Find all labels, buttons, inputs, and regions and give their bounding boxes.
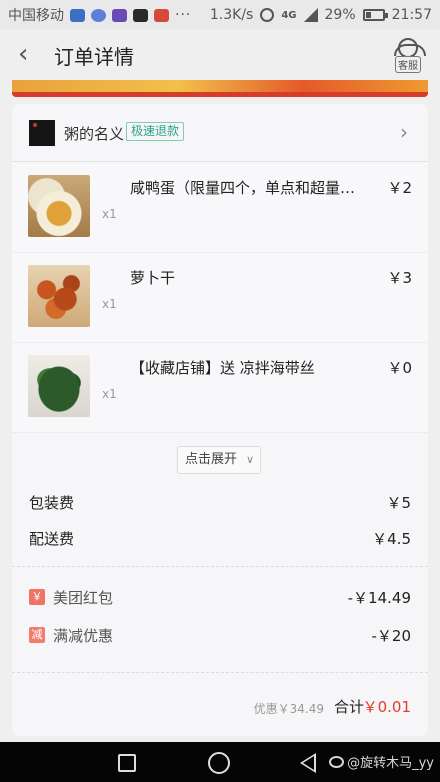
header: ‹ 订单详情 客服 [0,30,440,80]
item-price: ￥0 [387,359,412,377]
promo-banner[interactable] [12,80,428,97]
item-image-radish [28,265,90,327]
banner-band [12,92,428,97]
total-row: 优惠￥34.49 合计 ￥0.01 [12,690,428,730]
item-price: ￥2 [387,179,412,197]
expand-button[interactable]: 点击展开 ∨ [177,446,261,474]
recent-apps-button[interactable] [118,754,136,772]
back-button[interactable] [300,753,316,773]
store-logo [29,120,55,146]
page-title: 订单详情 [54,45,134,69]
promo-value: -￥20 [371,627,412,645]
headset-icon [394,38,426,58]
discount-icon: 减 [29,627,45,643]
watermark-text: @旋转木马_yy [347,756,434,771]
app-icon-shield [91,8,106,22]
customer-service-label: 客服 [395,56,421,73]
clock-time: 21:57 [391,7,432,23]
item-name: 萝卜干 [130,269,176,287]
item-price: ￥3 [387,269,412,287]
promo-label: 美团红包 [53,589,114,607]
expand-label: 点击展开 [185,452,238,467]
delivery-fee-row: 配送费 ￥4.5 [12,520,428,556]
item-name: 咸鸭蛋（限量四个，单点和超量不送） [130,179,360,197]
list-item[interactable]: x1 萝卜干 ￥3 [12,253,428,343]
divider [12,566,428,567]
item-qty: x1 [102,297,117,311]
store-name: 粥的名义 [64,125,125,143]
app-icon-video [133,8,148,22]
app-icon-blue [70,8,85,22]
promo-value: -￥14.49 [347,589,411,607]
item-qty: x1 [102,387,117,401]
status-bar: 中国移动 ··· 1.3K/s 4G 29% 21:57 [0,0,440,30]
app-icon-purple [112,8,127,22]
item-image-salted-egg [28,175,90,237]
net-speed: 1.3K/s [209,7,254,23]
red-packet-row: ￥ 美团红包 -￥14.49 [12,582,428,618]
store-row[interactable]: 粥的名义 极速退款 › [12,104,428,162]
list-item[interactable]: x1 咸鸭蛋（限量四个，单点和超量不送） ￥2 [12,163,428,253]
total-label: 合计 [333,698,364,716]
list-item[interactable]: x1 【收藏店铺】送 凉拌海带丝 ￥0 [12,343,428,433]
fee-label: 配送费 [29,530,75,548]
app-icon-mail [154,8,169,22]
chevron-right-icon: › [400,120,408,144]
customer-service-button[interactable]: 客服 [390,38,426,76]
back-arrow-icon[interactable]: ‹ [18,41,42,68]
battery-percent: 29% [324,7,356,23]
item-name: 【收藏店铺】送 凉拌海带丝 [130,359,315,377]
fee-label: 包装费 [29,494,75,512]
item-list: x1 咸鸭蛋（限量四个，单点和超量不送） ￥2 x1 萝卜干 ￥3 x1 【收藏… [12,163,428,433]
battery-fill [365,12,371,18]
system-nav-bar: @旋转木马_yy [0,742,440,782]
weibo-icon [329,756,345,768]
total-value: ￥0.01 [362,698,411,716]
fast-refund-badge: 极速退款 [126,122,185,141]
fee-value: ￥5 [386,494,411,512]
home-button[interactable] [208,752,230,774]
item-qty: x1 [102,207,117,221]
fee-value: ￥4.5 [372,530,411,548]
yuan-icon: ￥ [29,589,45,605]
more-dots-icon: ··· [175,7,192,23]
alarm-clock-icon [260,8,275,22]
signal-icon [303,8,318,22]
item-image-seaweed [28,355,90,417]
order-card: 粥的名义 极速退款 › x1 咸鸭蛋（限量四个，单点和超量不送） ￥2 x1 萝… [12,104,428,736]
battery-icon [362,9,388,21]
packaging-fee-row: 包装费 ￥5 [12,484,428,520]
discount-row: 减 满减优惠 -￥20 [12,620,428,656]
chevron-down-icon: ∨ [245,453,254,466]
divider [12,672,428,673]
watermark: @旋转木马_yy [329,752,434,771]
promo-label: 满减优惠 [53,627,114,645]
carrier-label: 中国移动 [8,8,64,24]
network-type: 4G [281,9,297,21]
saved-amount: 优惠￥34.49 [253,702,324,716]
